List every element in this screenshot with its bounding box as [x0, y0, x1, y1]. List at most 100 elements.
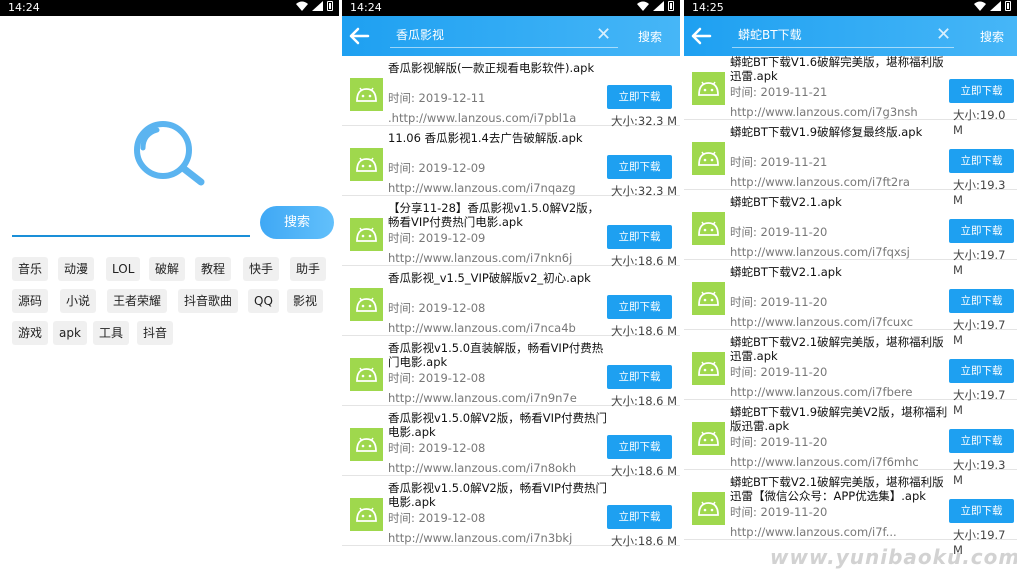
download-button[interactable]: 立即下载	[949, 289, 1014, 313]
signal-icon	[312, 1, 323, 11]
tag-honor-of-kings[interactable]: 王者荣耀	[107, 289, 168, 313]
download-button[interactable]: 立即下载	[607, 155, 672, 179]
watermark: www.yunibaoku.com	[770, 545, 1017, 569]
tag-source[interactable]: 源码	[12, 289, 49, 313]
tag-music[interactable]: 音乐	[12, 257, 49, 281]
item-time: 时间: 2019-11-20	[730, 505, 828, 519]
item-url[interactable]: http://www.lanzous.com/i7nqazg	[388, 181, 576, 195]
item-url[interactable]: http://www.lanzous.com/i7f6mhc	[730, 455, 919, 469]
tag-douyin-songs[interactable]: 抖音歌曲	[178, 289, 239, 313]
search-input[interactable]	[12, 235, 250, 237]
tag-movies[interactable]: 影视	[287, 289, 324, 313]
tag-assistant[interactable]: 助手	[290, 257, 327, 281]
list-item[interactable]: 蟒蛇BT下载V2.1.apk 时间: 2019-11-20 http://www.l…	[684, 260, 1017, 347]
item-time: 时间: 2019-11-21	[730, 155, 828, 169]
search-button[interactable]: 搜索	[260, 206, 334, 239]
item-url[interactable]: .http://www.lanzous.com/i7pbl1a	[388, 111, 576, 125]
item-url[interactable]: http://www.lanzous.com/i7fqxsj	[730, 245, 910, 259]
status-time: 14:25	[692, 1, 724, 14]
android-apk-icon	[692, 352, 725, 385]
item-title: 香瓜影视v1.5.0解V2版，畅看VIP付费热门电影.apk	[388, 411, 607, 439]
download-button[interactable]: 立即下载	[607, 435, 672, 459]
download-button[interactable]: 立即下载	[607, 295, 672, 319]
result-list: 蟒蛇BT下载V1.6破解完美版，堪称福利版迅雷.apk 时间: 2019-11-2…	[684, 50, 1017, 557]
item-url[interactable]: http://www.lanzous.com/i7n8okh	[388, 461, 576, 475]
download-button[interactable]: 立即下载	[949, 79, 1014, 103]
tag-apk[interactable]: apk	[53, 321, 87, 345]
download-button[interactable]: 立即下载	[607, 505, 672, 529]
list-item[interactable]: 蟒蛇BT下载V1.9破解修复最终版.apk 时间: 2019-11-21 http:…	[684, 120, 1017, 207]
download-button[interactable]: 立即下载	[607, 365, 672, 389]
download-button[interactable]: 立即下载	[607, 85, 672, 109]
list-item[interactable]: 11.06 香瓜影视1.4去广告破解版.apk 时间: 2019-12-09 htt…	[342, 126, 680, 198]
item-url[interactable]: http://www.lanzous.com/i7f...	[730, 525, 897, 539]
status-icons	[296, 1, 333, 11]
search-button[interactable]: 搜索	[980, 28, 1004, 45]
list-item[interactable]: 蟒蛇BT下载V2.1.apk 时间: 2019-11-20 http://www.l…	[684, 190, 1017, 277]
list-item[interactable]: 蟒蛇BT下载V1.9破解完美V2版，堪称福利版迅雷.apk 时间: 2019-11…	[684, 400, 1017, 487]
status-bar: 14:24	[342, 0, 680, 16]
item-url[interactable]: http://www.lanzous.com/i7fcuxc	[730, 315, 913, 329]
search-input[interactable]: 香瓜影视	[396, 26, 444, 43]
item-url[interactable]: http://www.lanzous.com/i7fbere	[730, 385, 913, 399]
android-apk-icon	[692, 422, 725, 455]
tag-douyin[interactable]: 抖音	[137, 321, 174, 345]
tag-anime[interactable]: 动漫	[58, 257, 95, 281]
item-url[interactable]: http://www.lanzous.com/i7nkn6j	[388, 251, 572, 265]
results-screen-mangshe: 14:25 蟒蛇BT下载 ✕ 搜索 蟒蛇BT下载V1.6破解完美版，堪称福利版迅…	[684, 0, 1017, 571]
item-url[interactable]: http://www.lanzous.com/i7g3nsh	[730, 105, 918, 119]
android-apk-icon	[350, 498, 383, 531]
tag-tutorial[interactable]: 教程	[195, 257, 232, 281]
tag-novel[interactable]: 小说	[60, 289, 97, 313]
download-button[interactable]: 立即下载	[949, 499, 1014, 523]
tag-lol[interactable]: LOL	[106, 257, 141, 281]
item-url[interactable]: http://www.lanzous.com/i7nca4b	[388, 321, 576, 335]
item-title: 蟒蛇BT下载V2.1.apk	[730, 195, 842, 209]
tag-crack[interactable]: 破解	[149, 257, 186, 281]
tag-qq[interactable]: QQ	[248, 289, 279, 313]
android-apk-icon	[350, 148, 383, 181]
download-button[interactable]: 立即下载	[949, 149, 1014, 173]
wifi-icon	[974, 1, 986, 11]
tag-kuaishou[interactable]: 快手	[243, 257, 280, 281]
list-item[interactable]: 香瓜影视_v1.5_VIP破解版v2_初心.apk 时间: 2019-12-08 h…	[342, 266, 680, 338]
result-list: 香瓜影视解版(一款正规看电影软件).apk 时间: 2019-12-11 .http…	[342, 56, 680, 548]
list-item[interactable]: 蟒蛇BT下载V2.1破解完美版，堪称福利版迅雷.apk 时间: 2019-11-2…	[684, 330, 1017, 417]
back-arrow-icon[interactable]	[348, 26, 370, 46]
download-button[interactable]: 立即下载	[607, 225, 672, 249]
item-title: 香瓜影视v1.5.0解V2版，畅看VIP付费热门电影.apk	[388, 481, 607, 509]
download-button[interactable]: 立即下载	[949, 359, 1014, 383]
search-button[interactable]: 搜索	[638, 28, 662, 45]
clear-icon[interactable]: ✕	[936, 24, 951, 45]
list-item[interactable]: 香瓜影视v1.5.0解V2版，畅看VIP付费热门电影.apk 时间: 2019-1…	[342, 476, 680, 548]
list-item[interactable]: 香瓜影视v1.5.0直装解版，畅看VIP付费热门电影.apk 时间: 2019-1…	[342, 336, 680, 408]
android-apk-icon	[350, 428, 383, 461]
tag-tools[interactable]: 工具	[93, 321, 130, 345]
item-url[interactable]: http://www.lanzous.com/i7n3bkj	[388, 531, 572, 545]
item-url[interactable]: http://www.lanzous.com/i7n9n7e	[388, 391, 577, 405]
item-time: 时间: 2019-12-09	[388, 161, 486, 175]
item-url[interactable]: http://www.lanzous.com/i7ft2ra	[730, 175, 910, 189]
clear-icon[interactable]: ✕	[596, 24, 611, 45]
back-arrow-icon[interactable]	[690, 26, 712, 46]
status-bar: 14:24	[0, 0, 339, 16]
search-input-underline	[732, 47, 954, 48]
item-time: 时间: 2019-12-08	[388, 371, 486, 385]
download-button[interactable]: 立即下载	[949, 219, 1014, 243]
battery-icon	[668, 1, 674, 11]
list-item[interactable]: 【分享11-28】香瓜影视v1.5.0解V2版，畅看VIP付费热门电影.apk 时…	[342, 196, 680, 268]
item-size: 大小:18.6 M	[611, 534, 678, 548]
signal-icon	[653, 1, 664, 11]
android-apk-icon	[692, 212, 725, 245]
list-item[interactable]: 蟒蛇BT下载V2.1破解完美版，堪称福利版迅雷【微信公众号：APP优选集】.ap…	[684, 470, 1017, 557]
item-title: 蟒蛇BT下载V1.9破解完美V2版，堪称福利版迅雷.apk	[730, 405, 948, 433]
item-title: 香瓜影视_v1.5_VIP破解版v2_初心.apk	[388, 271, 591, 285]
list-item[interactable]: 香瓜影视v1.5.0解V2版，畅看VIP付费热门电影.apk 时间: 2019-1…	[342, 406, 680, 478]
list-item[interactable]: 蟒蛇BT下载V1.6破解完美版，堪称福利版迅雷.apk 时间: 2019-11-2…	[684, 50, 1017, 137]
list-item[interactable]: 香瓜影视解版(一款正规看电影软件).apk 时间: 2019-12-11 .http…	[342, 56, 680, 128]
item-time: 时间: 2019-12-08	[388, 441, 486, 455]
search-input[interactable]: 蟒蛇BT下载	[738, 26, 802, 43]
tag-games[interactable]: 游戏	[12, 321, 49, 345]
results-screen-xianggua: 14:24 香瓜影视 ✕ 搜索 香瓜影视解版(一款正规看电影软件).apk 时间:…	[342, 0, 680, 571]
download-button[interactable]: 立即下载	[949, 429, 1014, 453]
